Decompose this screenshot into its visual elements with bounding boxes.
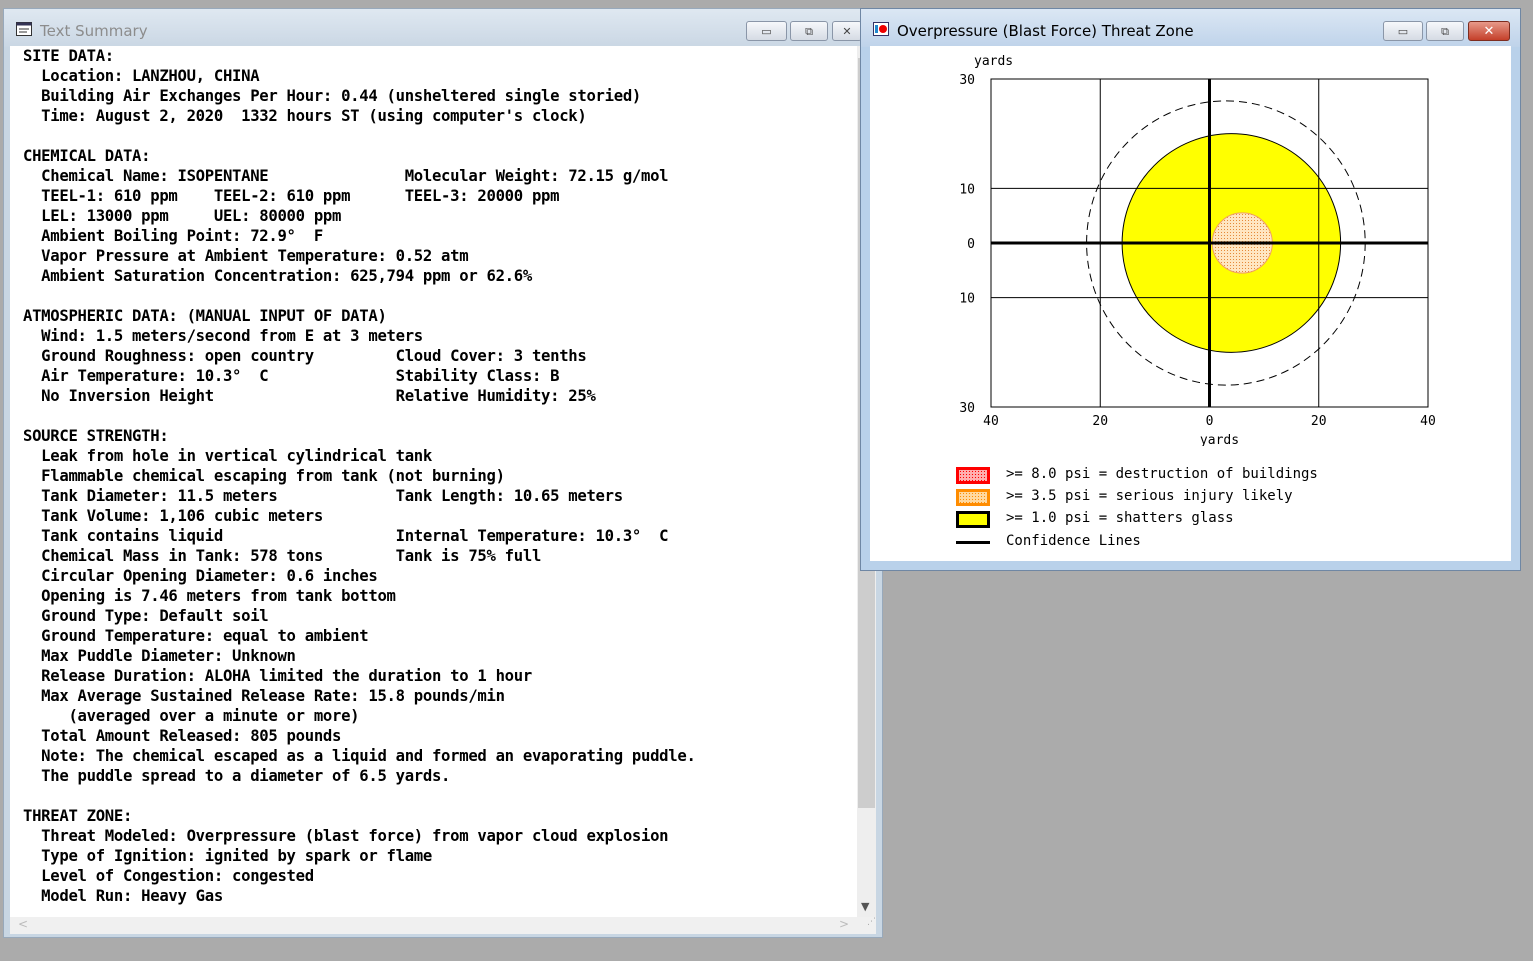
x-tick-label: 20 [1311, 414, 1327, 429]
y-tick-label: 30 [959, 401, 975, 416]
y-tick-label: 10 [959, 292, 975, 307]
threat-zone-icon [873, 22, 889, 36]
legend-label: >= 8.0 psi = destruction of buildings [1006, 466, 1318, 482]
scroll-down-icon[interactable]: ▼ [861, 900, 869, 913]
horizontal-scrollbar[interactable]: < > [10, 917, 857, 934]
threat-titlebar[interactable]: Overpressure (Blast Force) Threat Zone ▭… [861, 9, 1520, 47]
close-button[interactable]: ✕ [832, 21, 862, 41]
restore-button[interactable]: ⧉ [1426, 21, 1464, 41]
threat-zone-window[interactable]: Overpressure (Blast Force) Threat Zone ▭… [860, 8, 1521, 571]
legend-line-swatch [956, 541, 990, 544]
legend-label: >= 1.0 psi = shatters glass [1006, 510, 1234, 526]
legend-swatch [956, 489, 990, 506]
summary-text-content: SITE DATA: Location: LANZHOU, CHINA Buil… [23, 47, 696, 905]
legend-swatch [956, 511, 990, 528]
x-tick-label: 40 [983, 414, 999, 429]
restore-button[interactable]: ⧉ [790, 21, 828, 41]
minimize-button[interactable]: ▭ [1383, 21, 1423, 41]
summary-titlebar[interactable]: Text Summary ▭ ⧉ ✕ [4, 9, 882, 47]
text-document-icon [16, 22, 32, 36]
scroll-right-icon[interactable]: > [839, 917, 849, 931]
legend-label: Confidence Lines [1006, 533, 1141, 549]
close-button[interactable]: ✕ [1468, 21, 1510, 41]
legend-label: >= 3.5 psi = serious injury likely [1006, 488, 1293, 504]
x-axis-label: yards [1200, 433, 1239, 446]
summary-window-title: Text Summary [40, 22, 148, 40]
legend-swatch [956, 467, 990, 484]
minimize-button[interactable]: ▭ [746, 21, 787, 41]
summary-text-area[interactable]: SITE DATA: Location: LANZHOU, CHINA Buil… [10, 46, 857, 917]
scroll-left-icon[interactable]: < [18, 917, 28, 931]
x-tick-label: 20 [1092, 414, 1108, 429]
text-summary-window[interactable]: Text Summary ▭ ⧉ ✕ SITE DATA: Location: … [3, 8, 883, 938]
threat-zone-plot: 40 20 0 20 40 30 10 0 10 30 yards yards >= 8.0 psi … [870, 46, 1511, 561]
y-axis-label: yards [974, 54, 1013, 69]
threat-window-title: Overpressure (Blast Force) Threat Zone [897, 22, 1194, 40]
resize-grip-icon[interactable]: ⋰ [857, 917, 876, 934]
threat-zone-chart: 40 20 0 20 40 30 10 0 10 30 yards yards [959, 54, 1436, 446]
y-tick-label: 10 [959, 182, 975, 197]
x-tick-label: 0 [1206, 414, 1214, 429]
x-tick-label: 40 [1420, 414, 1436, 429]
y-tick-label: 0 [967, 237, 975, 252]
y-tick-label: 30 [959, 73, 975, 88]
